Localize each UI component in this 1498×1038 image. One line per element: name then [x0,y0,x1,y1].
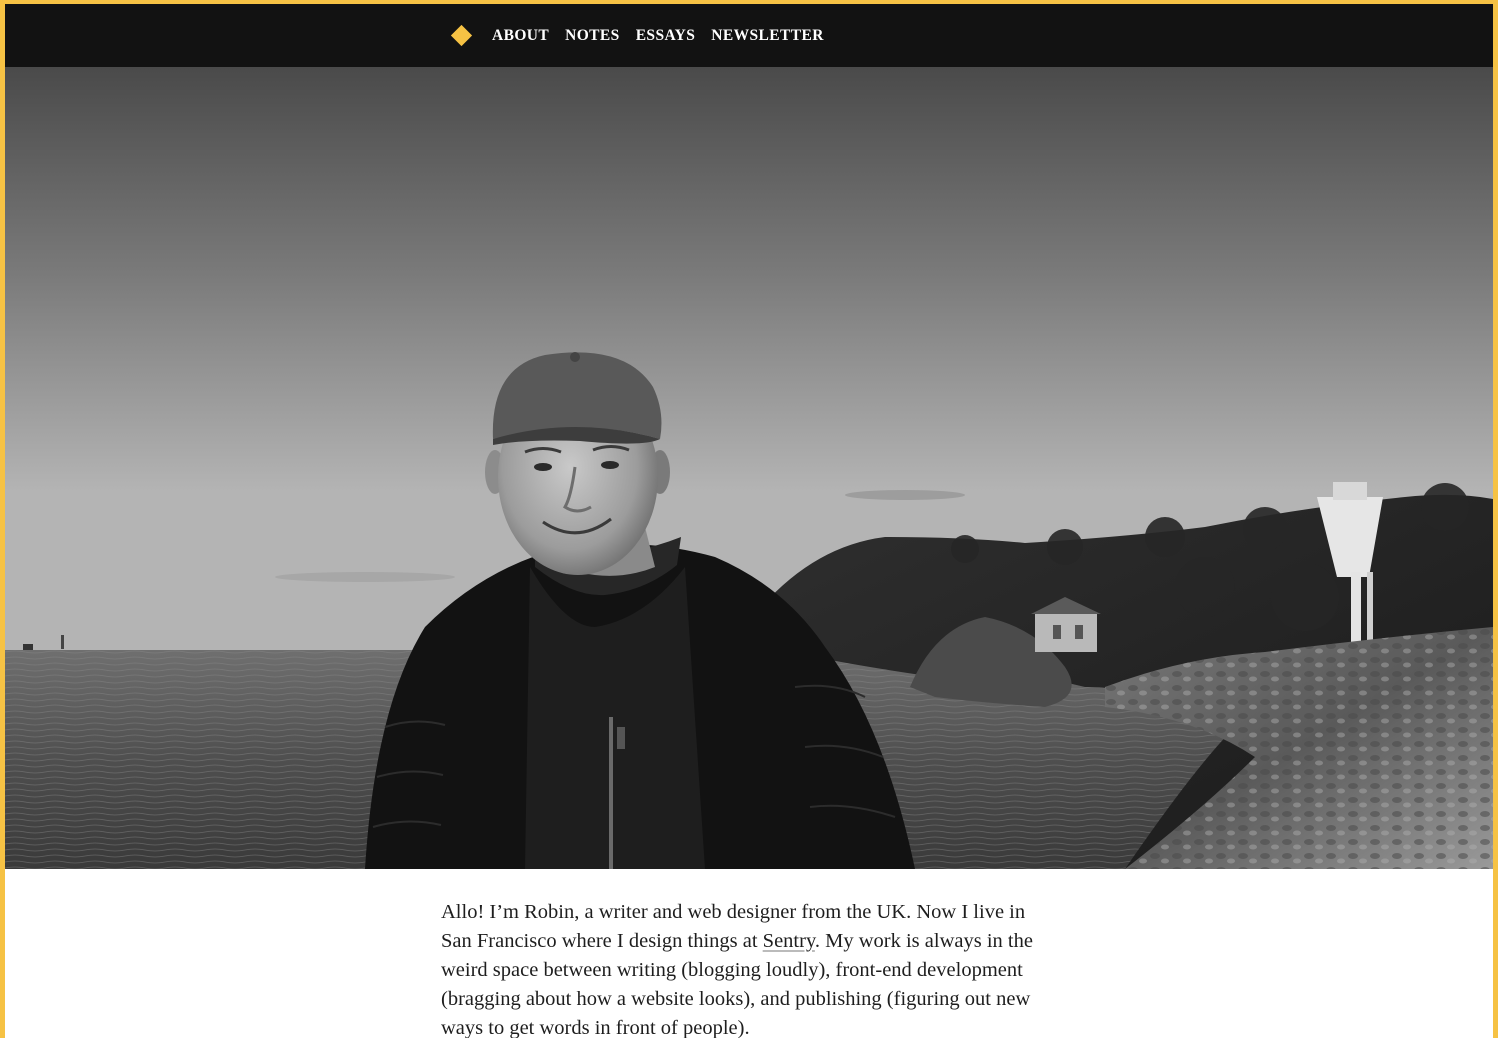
nav-notes[interactable]: NOTES [565,27,620,45]
top-nav-bar: ABOUT NOTES ESSAYS NEWSLETTER [5,4,1493,67]
sentry-link[interactable]: Sentry [763,930,815,952]
diamond-logo-icon[interactable] [450,24,473,47]
intro-paragraph: Allo! I’m Robin, a writer and web design… [441,898,1053,1038]
nav-newsletter[interactable]: NEWSLETTER [711,27,824,45]
page-frame: ABOUT NOTES ESSAYS NEWSLETTER Allo! I’m … [5,4,1493,1038]
hero-photo [5,67,1493,869]
nav-about[interactable]: ABOUT [492,27,549,45]
main-nav: ABOUT NOTES ESSAYS NEWSLETTER [450,4,840,67]
nav-essays[interactable]: ESSAYS [636,27,696,45]
